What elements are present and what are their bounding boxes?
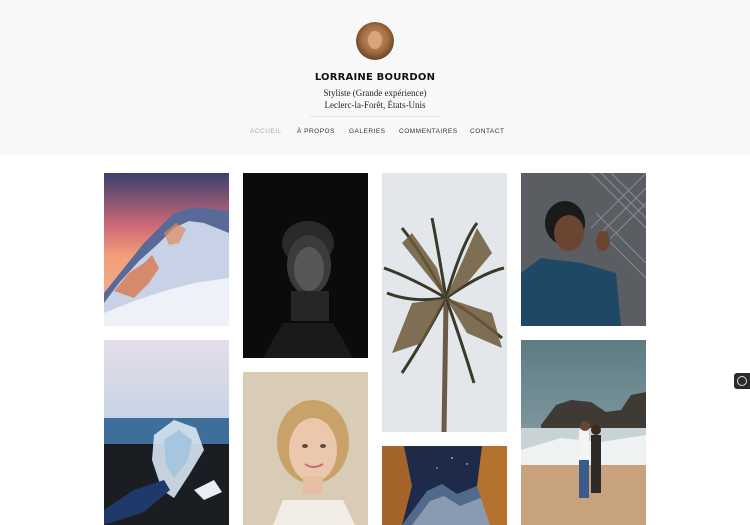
blonde-woman-photo[interactable] bbox=[243, 372, 368, 525]
nav-item-galeries[interactable]: GALERIES bbox=[349, 128, 386, 135]
beach-couple-photo[interactable] bbox=[521, 340, 646, 525]
profile-name: LORRAINE BOURDON bbox=[314, 72, 436, 83]
night-mountains-photo[interactable] bbox=[382, 446, 507, 525]
header-divider bbox=[310, 116, 440, 117]
main-nav: ACCUEIL À PROPOS GALERIES COMMENTAIRES C… bbox=[0, 128, 750, 140]
man-fence-photo[interactable] bbox=[521, 173, 646, 326]
profile-header: LORRAINE BOURDON Styliste (Grande expéri… bbox=[0, 0, 750, 155]
nav-item-commentaires[interactable]: COMMENTAIRES bbox=[399, 128, 458, 135]
nav-item-accueil[interactable]: ACCUEIL bbox=[250, 128, 282, 135]
nav-item-contact[interactable]: CONTACT bbox=[470, 128, 504, 135]
avatar[interactable] bbox=[356, 22, 394, 60]
profile-location: Leclerc-la-Forêt, États-Unis bbox=[324, 100, 426, 110]
profile-title: Styliste (Grande expérience) bbox=[323, 88, 427, 98]
mountain-sunset-photo[interactable] bbox=[104, 173, 229, 326]
palm-tree-photo[interactable] bbox=[382, 173, 507, 432]
theme-toggle-icon[interactable] bbox=[734, 373, 750, 389]
nav-item-a-propos[interactable]: À PROPOS bbox=[297, 128, 335, 135]
portrait-dark-man-photo[interactable] bbox=[243, 173, 368, 358]
ice-hand-photo[interactable] bbox=[104, 340, 229, 525]
